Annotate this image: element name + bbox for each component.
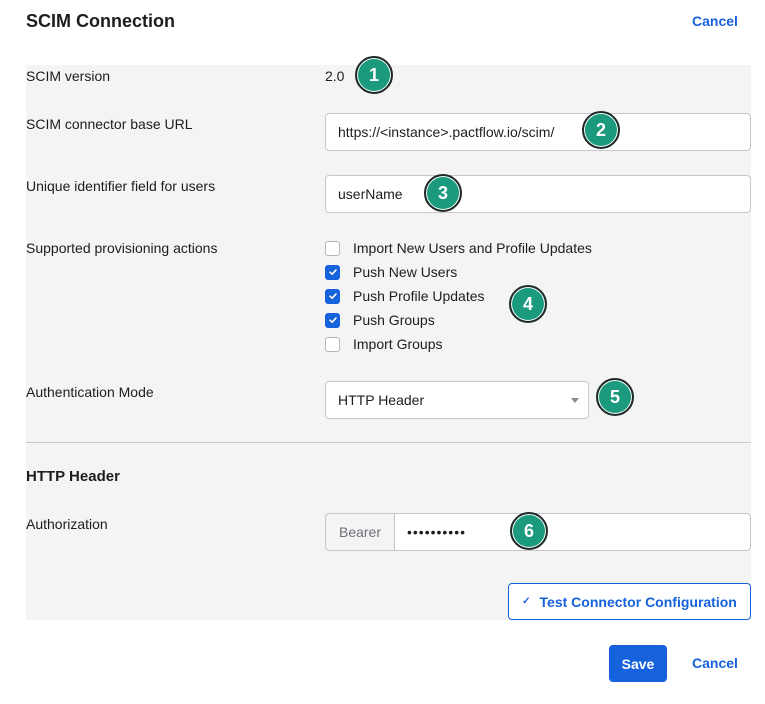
page-title: SCIM Connection bbox=[26, 11, 175, 31]
scim-version-value: 2.0 bbox=[325, 68, 345, 84]
cancel-link-top[interactable]: Cancel bbox=[692, 13, 738, 29]
http-header-heading: HTTP Header bbox=[26, 468, 120, 485]
unique-id-label: Unique identifier field for users bbox=[26, 178, 216, 194]
caret-down-icon bbox=[571, 398, 579, 403]
checkbox-label: Push Groups bbox=[353, 312, 435, 328]
provisioning-label: Supported provisioning actions bbox=[26, 240, 218, 256]
scim-version-label: SCIM version bbox=[26, 68, 111, 84]
checkbox-checked-icon[interactable] bbox=[325, 288, 340, 304]
checkbox-checked-icon[interactable] bbox=[325, 264, 340, 280]
test-connector-label: Test Connector Configuration bbox=[539, 593, 737, 610]
bearer-prefix: Bearer bbox=[325, 513, 394, 551]
checkbox-label: Push Profile Updates bbox=[353, 288, 485, 304]
checkbox-unchecked-icon[interactable] bbox=[325, 336, 340, 352]
test-connector-button[interactable]: ✓ Test Connector Configuration bbox=[508, 583, 751, 620]
auth-mode-select[interactable]: HTTP Header bbox=[325, 381, 589, 419]
save-button[interactable]: Save bbox=[609, 645, 667, 682]
checkbox-checked-icon[interactable] bbox=[325, 312, 340, 328]
annotation-badge-4: 4 bbox=[509, 285, 547, 323]
annotation-badge-1: 1 bbox=[355, 56, 393, 94]
authorization-label: Authorization bbox=[26, 516, 108, 532]
checkbox-push-new-users[interactable]: Push New Users bbox=[325, 262, 457, 282]
checkbox-label: Import Groups bbox=[353, 336, 443, 352]
auth-mode-label: Authentication Mode bbox=[26, 384, 154, 400]
annotation-badge-2: 2 bbox=[582, 111, 620, 149]
annotation-badge-6: 6 bbox=[510, 512, 548, 550]
check-icon: ✓ bbox=[522, 596, 531, 607]
checkbox-label: Push New Users bbox=[353, 264, 458, 280]
base-url-input[interactable]: https://<instance>.pactflow.io/scim/ bbox=[325, 113, 751, 151]
annotation-badge-5: 5 bbox=[596, 378, 634, 416]
base-url-label: SCIM connector base URL bbox=[26, 116, 193, 132]
checkbox-push-profile-updates[interactable]: Push Profile Updates bbox=[325, 286, 485, 306]
section-divider bbox=[26, 442, 751, 443]
checkbox-push-groups[interactable]: Push Groups bbox=[325, 310, 435, 330]
annotation-badge-3: 3 bbox=[424, 174, 462, 212]
checkbox-import-new-users[interactable]: Import New Users and Profile Updates bbox=[325, 238, 592, 258]
auth-mode-selected: HTTP Header bbox=[338, 392, 425, 408]
cancel-button[interactable]: Cancel bbox=[692, 655, 738, 671]
unique-id-input[interactable]: userName bbox=[325, 175, 751, 213]
authorization-token-input[interactable]: •••••••••• bbox=[394, 513, 751, 551]
checkbox-import-groups[interactable]: Import Groups bbox=[325, 334, 442, 354]
checkbox-unchecked-icon[interactable] bbox=[325, 240, 340, 256]
checkbox-label: Import New Users and Profile Updates bbox=[353, 240, 592, 256]
